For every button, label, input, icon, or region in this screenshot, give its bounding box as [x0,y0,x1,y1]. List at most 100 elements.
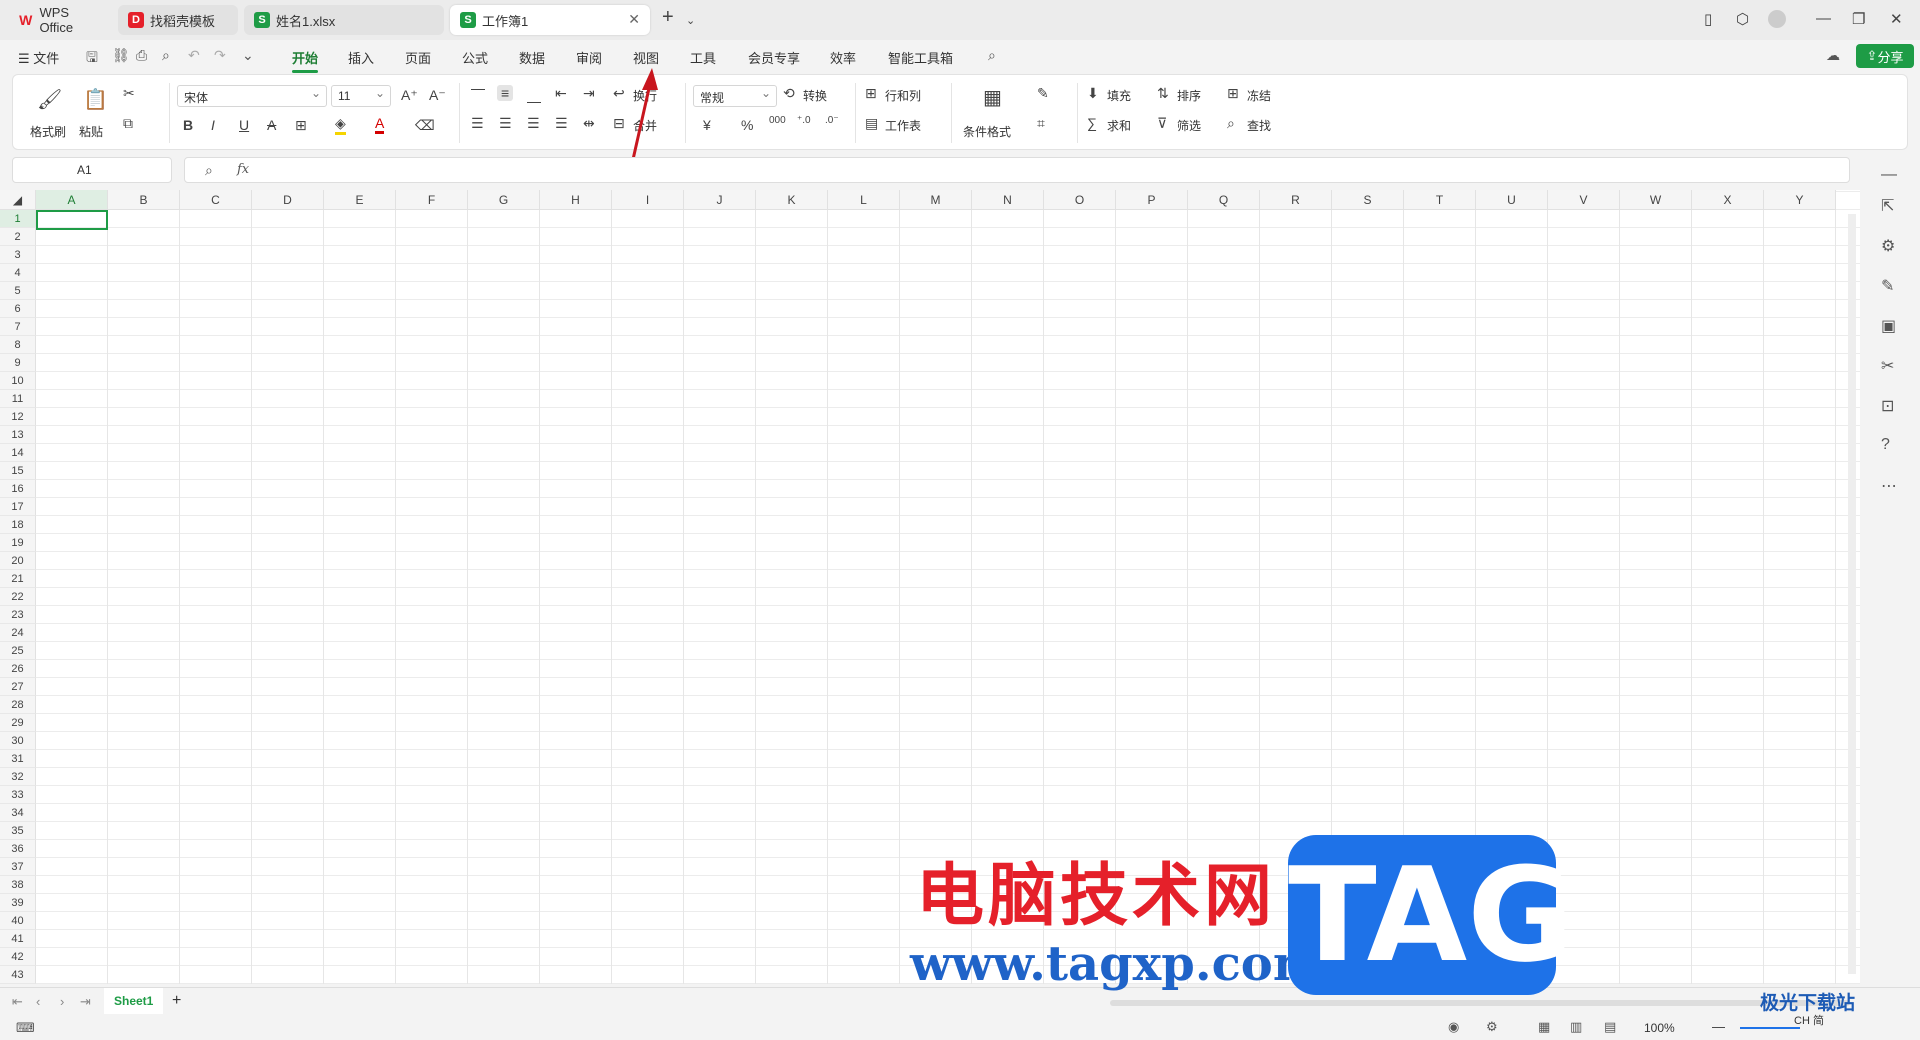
bold-icon[interactable]: B [183,117,193,133]
menu-review[interactable]: 审阅 [576,48,602,67]
cond-format-button[interactable]: 条件格式 [963,123,1011,140]
layout-icon[interactable]: ▯ [1704,10,1712,28]
avatar[interactable] [1768,10,1786,28]
restore-icon[interactable]: ❐ [1852,10,1865,28]
zoom-level[interactable]: 100% [1644,1021,1675,1035]
column-header[interactable]: R [1260,190,1332,210]
row-header[interactable]: 42 [0,948,36,966]
break-view-icon[interactable]: ▤ [1604,1019,1616,1035]
thousands-icon[interactable]: 000 [769,115,786,126]
macro-icon[interactable]: ⌨ [16,1020,35,1036]
find-button[interactable]: 查找 [1247,117,1271,134]
normal-view-icon[interactable]: ▦ [1538,1019,1550,1035]
column-header[interactable]: S [1332,190,1404,210]
menu-formula[interactable]: 公式 [462,48,488,67]
row-header[interactable]: 33 [0,786,36,804]
menu-smart-toolbox[interactable]: 智能工具箱 [888,48,953,67]
row-header[interactable]: 6 [0,300,36,318]
column-header[interactable]: T [1404,190,1476,210]
last-sheet-icon[interactable]: ⇥ [80,994,91,1010]
formula-input[interactable]: ⌕ fx [184,157,1850,183]
column-header[interactable]: G [468,190,540,210]
undo-icon[interactable]: ↶ [188,47,200,64]
column-header[interactable]: K [756,190,828,210]
search-icon[interactable]: ⌕ [988,47,996,64]
decimal-increase-icon[interactable]: ⁺.0 [797,115,811,126]
column-header[interactable]: H [540,190,612,210]
column-header[interactable]: M [900,190,972,210]
menu-start[interactable]: 开始 [292,48,319,73]
paste-button[interactable]: 粘贴 [79,123,103,140]
chevron-down-icon[interactable]: ⌄ [686,14,695,27]
column-header[interactable]: J [684,190,756,210]
row-header[interactable]: 36 [0,840,36,858]
row-header[interactable]: 12 [0,408,36,426]
row-header[interactable]: 21 [0,570,36,588]
collapse-icon[interactable]: — [1881,166,1897,184]
menu-tools[interactable]: 工具 [690,48,716,67]
name-box[interactable]: A1 [12,157,172,183]
row-header[interactable]: 19 [0,534,36,552]
column-header[interactable]: V [1548,190,1620,210]
preview-icon[interactable]: ⌕ [162,47,170,64]
copy-icon[interactable]: ⧉ [123,115,133,132]
row-header[interactable]: 38 [0,876,36,894]
column-header[interactable]: C [180,190,252,210]
menu-efficiency[interactable]: 效率 [830,48,856,67]
row-header[interactable]: 23 [0,606,36,624]
vertical-scrollbar[interactable] [1848,214,1856,974]
fill-button[interactable]: 填充 [1107,87,1131,104]
currency-icon[interactable]: ¥ [703,117,711,133]
row-header[interactable]: 5 [0,282,36,300]
row-header[interactable]: 26 [0,660,36,678]
row-header[interactable]: 8 [0,336,36,354]
row-header[interactable]: 28 [0,696,36,714]
percent-icon[interactable]: % [741,117,753,133]
redo-icon[interactable]: ↷ [214,47,226,64]
column-header[interactable]: P [1116,190,1188,210]
row-header[interactable]: 18 [0,516,36,534]
column-header[interactable]: O [1044,190,1116,210]
column-header[interactable]: U [1476,190,1548,210]
align-center-icon[interactable]: ☰ [499,115,512,132]
tab-workbook[interactable]: S 工作簿1 ✕ [450,5,650,35]
row-header[interactable]: 16 [0,480,36,498]
font-color-icon[interactable]: A [375,115,385,134]
row-col-button[interactable]: 行和列 [885,87,921,104]
tab-wps-office[interactable]: W WPS Office [8,5,114,35]
align-left-icon[interactable]: ☰ [471,115,484,132]
cube-icon[interactable]: ⬡ [1736,10,1749,28]
distribute-icon[interactable]: ⇹ [583,115,595,132]
row-header[interactable]: 39 [0,894,36,912]
tab-template[interactable]: D 找稻壳模板 [118,5,238,35]
print-icon[interactable]: ⎙ [136,47,147,64]
page-view-icon[interactable]: ▥ [1570,1019,1582,1035]
menu-data[interactable]: 数据 [519,48,545,67]
view-settings-icon[interactable]: ⚙ [1486,1019,1498,1035]
new-tab-icon[interactable]: + [662,6,674,29]
row-header[interactable]: 24 [0,624,36,642]
column-header[interactable]: F [396,190,468,210]
cut-icon[interactable]: ✂ [123,85,135,102]
comment-icon[interactable]: ✎ [1881,276,1894,296]
chart-icon[interactable]: ▣ [1881,316,1896,336]
freeze-button[interactable]: 冻结 [1247,87,1271,104]
settings-icon[interactable]: ⚙ [1881,236,1895,256]
more-chevron-icon[interactable]: ⌄ [242,47,254,64]
column-header[interactable]: E [324,190,396,210]
row-header[interactable]: 17 [0,498,36,516]
column-header[interactable]: B [108,190,180,210]
select-icon[interactable]: ⇱ [1881,196,1894,216]
share-button[interactable]: ⇪ 分享 [1856,44,1914,68]
row-header[interactable]: 27 [0,678,36,696]
row-header[interactable]: 4 [0,264,36,282]
underline-icon[interactable]: U [239,117,249,133]
paste-icon[interactable]: 📋 [83,87,108,112]
fx-icon[interactable]: fx [237,162,249,177]
row-header[interactable]: 15 [0,462,36,480]
row-header[interactable]: 29 [0,714,36,732]
close-tab-icon[interactable]: ✕ [628,11,640,28]
cell-style-icon[interactable]: ✎ [1037,85,1049,102]
row-header[interactable]: 22 [0,588,36,606]
column-header[interactable]: D [252,190,324,210]
